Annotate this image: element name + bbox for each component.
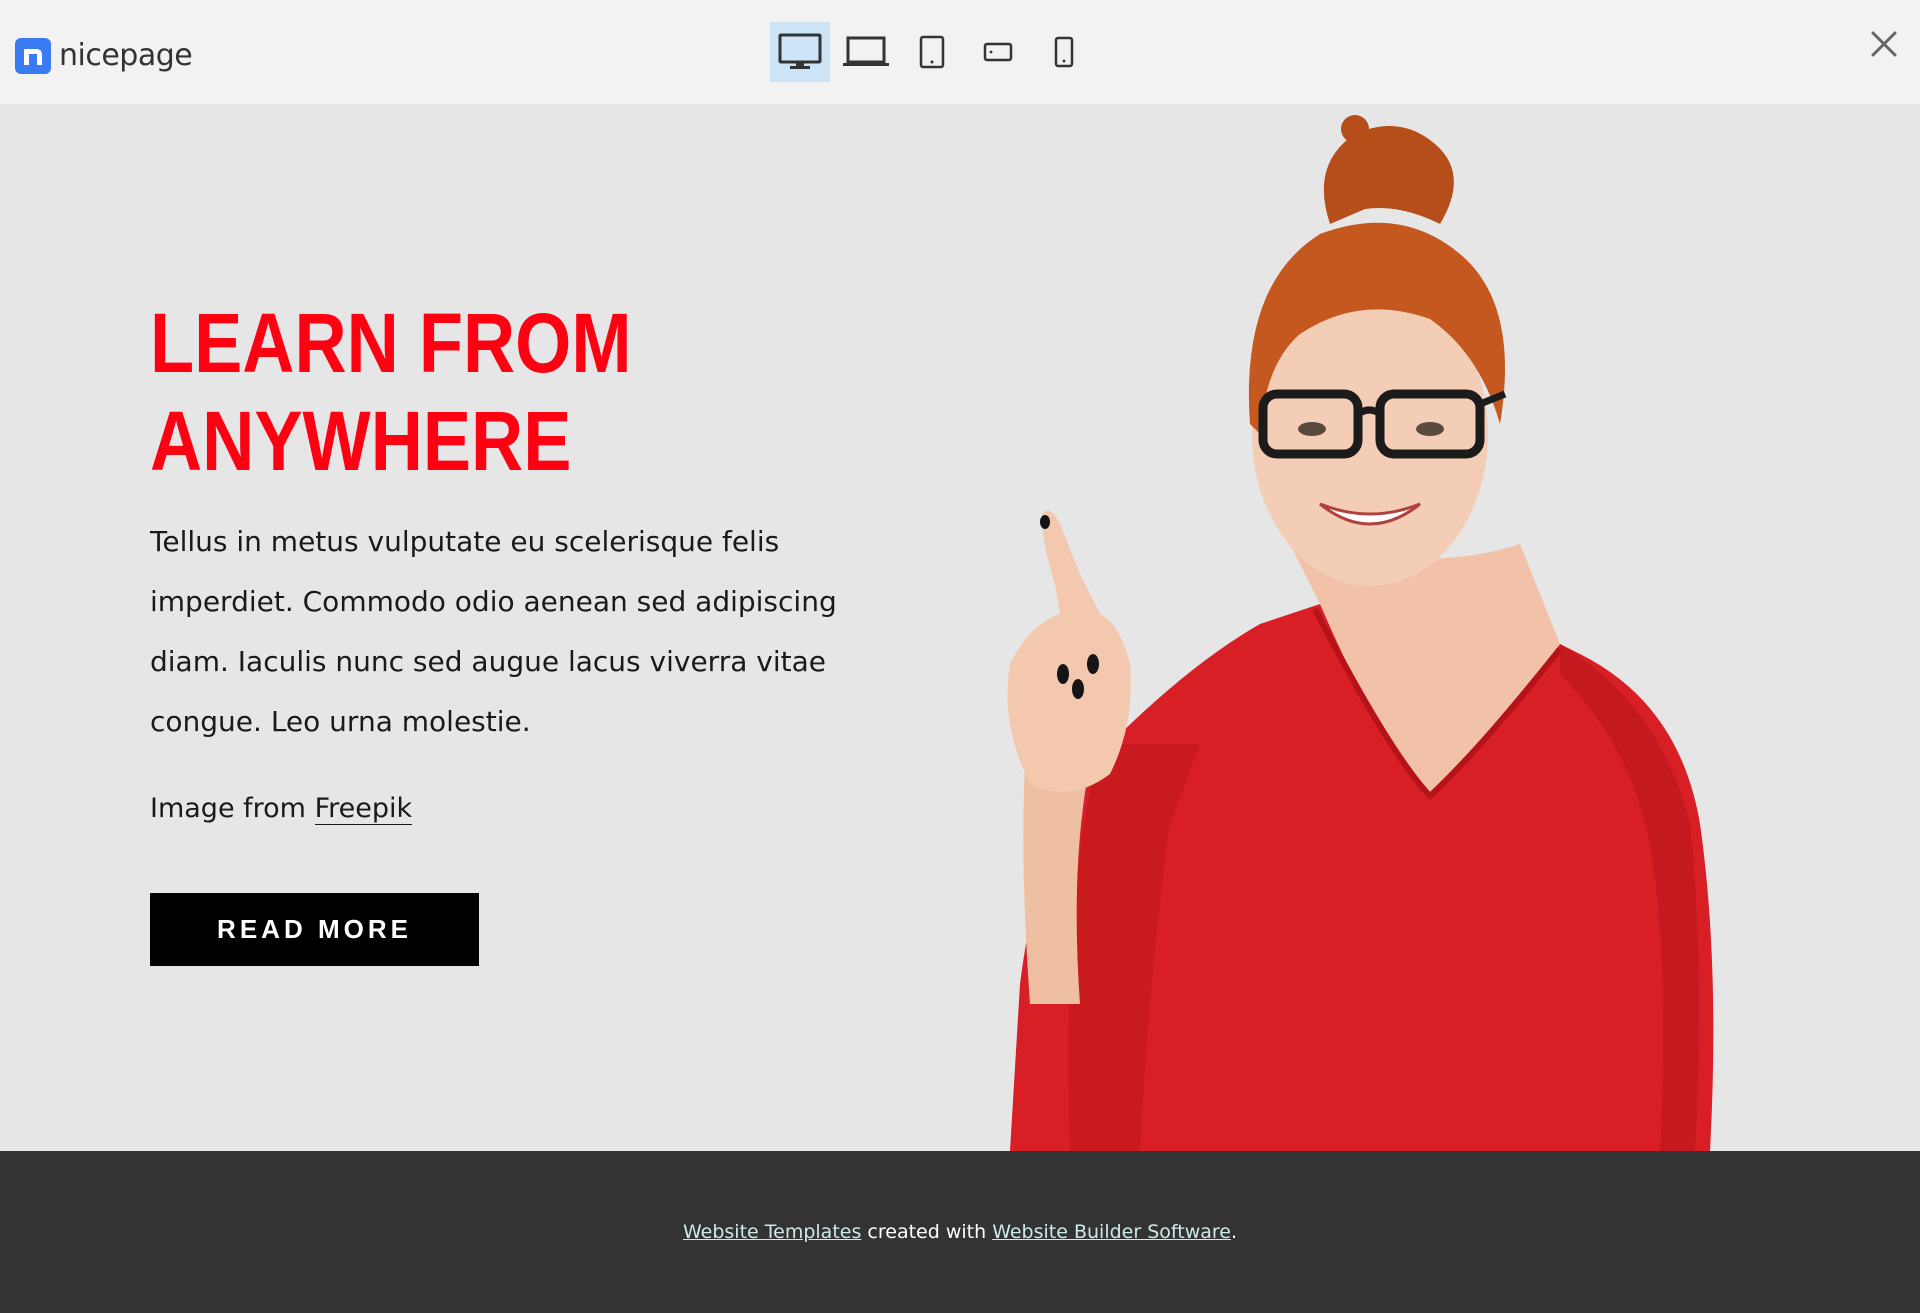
close-preview-button[interactable] (1864, 24, 1904, 64)
laptop-icon (843, 36, 889, 66)
read-more-button[interactable]: READ MORE (150, 893, 479, 966)
freepik-link[interactable]: Freepik (314, 793, 413, 825)
phone-icon (1054, 36, 1074, 68)
image-credit: Image from Freepik (150, 784, 413, 834)
image-credit-prefix: Image from (150, 793, 315, 824)
hero-section: LEARN FROM ANYWHERE Tellus in metus vulp… (0, 104, 1920, 1151)
hero-heading-line1: LEARN FROM (150, 296, 632, 390)
footer-suffix: . (1230, 1221, 1238, 1243)
footer-middle-text: created with (861, 1221, 993, 1243)
footer-text: Website Templates created with Website B… (683, 1221, 1237, 1243)
logo-text: nicepage (59, 38, 193, 73)
tablet-landscape-icon (983, 42, 1013, 62)
laptop-view-button[interactable] (836, 22, 896, 82)
device-switcher (770, 22, 1094, 82)
logo-mark-icon (15, 38, 51, 74)
hero-body-text: Tellus in metus vulputate eu scelerisque… (150, 525, 837, 738)
page-footer: Website Templates created with Website B… (0, 1151, 1920, 1313)
tablet-icon (919, 35, 945, 69)
tablet-landscape-view-button[interactable] (968, 22, 1028, 82)
website-templates-link[interactable]: Website Templates (683, 1221, 861, 1243)
preview-toolbar: nicepage (0, 0, 1920, 104)
website-builder-link[interactable]: Website Builder Software (992, 1221, 1231, 1243)
close-icon (1871, 31, 1897, 57)
hero-photo (1007, 115, 1714, 1151)
nicepage-logo[interactable]: nicepage (15, 36, 193, 76)
desktop-icon (778, 33, 822, 69)
phone-view-button[interactable] (1034, 22, 1094, 82)
tablet-view-button[interactable] (902, 22, 962, 82)
hero-heading: LEARN FROM ANYWHERE (150, 294, 752, 490)
hero-heading-line2: ANYWHERE (150, 394, 572, 488)
desktop-view-button[interactable] (770, 22, 830, 82)
